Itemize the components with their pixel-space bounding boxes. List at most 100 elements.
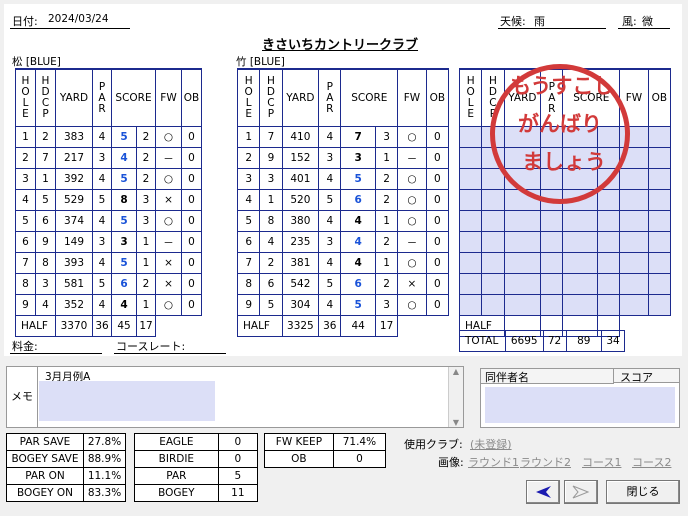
cell-hole: 9 (15, 294, 36, 316)
cell-hole (458, 189, 483, 211)
table-row: 5 6 374 4 5 3 ○ 0 (15, 210, 203, 232)
col-score: SCORE (110, 68, 157, 127)
cell-putts: 2 (135, 147, 157, 169)
stat-value: 71.4% (332, 433, 387, 451)
cell-hole (458, 294, 483, 316)
stat-row: BOGEY SAVE 88.9% (6, 450, 126, 468)
cell-fw: ○ (155, 126, 183, 148)
cell-putts: 2 (135, 168, 157, 190)
cell-hdcp: 4 (259, 231, 283, 253)
cell-fw (619, 210, 649, 232)
companion-rows (485, 387, 675, 423)
cell-par: 5 (318, 273, 342, 295)
cell-score: 4 (111, 294, 137, 316)
cell-hole: 2 (15, 147, 36, 169)
cell-ob: 0 (181, 294, 203, 316)
stat-value: 5 (217, 467, 259, 485)
image-link-round1[interactable]: ラウンド1 (468, 454, 519, 470)
club-link[interactable]: (未登録) (470, 436, 512, 452)
cell-ob: 0 (181, 126, 203, 148)
scroll-down-icon[interactable]: ▼ (449, 418, 463, 427)
stat-row: BOGEY ON 83.3% (6, 484, 126, 502)
cell-par: 3 (318, 147, 342, 169)
stamp-line-2: がんばり (518, 112, 602, 136)
table-row: 5 8 380 4 4 1 ○ 0 (236, 210, 450, 232)
cell-ob: 0 (181, 210, 203, 232)
stat-row: PAR ON 11.1% (6, 467, 126, 485)
out-course-label: 松 [BLUE] (12, 56, 61, 68)
cell-par (540, 294, 564, 316)
cell-hdcp (481, 189, 505, 211)
weather-underline (498, 28, 606, 29)
cell-fw: ○ (397, 189, 427, 211)
cell-putts: 1 (135, 252, 157, 274)
cell-hole: 7 (236, 252, 261, 274)
cell-par: 4 (318, 168, 342, 190)
table-row (458, 273, 672, 295)
cell-ob: 0 (425, 210, 450, 232)
cell-score: 5 (111, 168, 137, 190)
cell-score: 6 (111, 273, 137, 295)
table-row: 7 2 381 4 4 1 ○ 0 (236, 252, 450, 274)
col-hole: HOLE (15, 68, 36, 127)
cell-par: 4 (318, 210, 342, 232)
cell-fw: × (155, 273, 183, 295)
memo-scrollbar[interactable]: ▲ ▼ (448, 367, 463, 427)
cell-par (540, 273, 564, 295)
cell-par: 4 (92, 168, 112, 190)
cell-hdcp: 2 (259, 252, 283, 274)
stat-row: EAGLE 0 (134, 433, 259, 451)
stat-row: BIRDIE 0 (134, 450, 259, 468)
cell-par: 4 (318, 252, 342, 274)
cell-score: 3 (340, 147, 376, 169)
cell-par: 5 (318, 189, 342, 211)
cell-hole: 7 (15, 252, 36, 274)
scorecard: 日付: 2024/03/24 天候: 雨 風: 微 きさいちカントリークラブ 松… (4, 4, 682, 356)
next-button[interactable] (564, 480, 598, 504)
image-link-round2[interactable]: ラウンド2 (520, 454, 571, 470)
image-link-course1[interactable]: コース1 (582, 454, 621, 470)
cell-hole: 3 (236, 168, 261, 190)
cell-ob: 0 (181, 147, 203, 169)
cell-yard (503, 273, 542, 295)
cell-fw (619, 189, 649, 211)
prev-button[interactable] (526, 480, 560, 504)
cell-score (562, 273, 598, 295)
cell-ob (647, 126, 672, 148)
cell-putts: 2 (135, 126, 157, 148)
stat-value: 0 (332, 450, 387, 468)
total-row: TOTAL 6695 72 89 34 (459, 330, 625, 352)
table-row (458, 210, 672, 232)
close-button[interactable]: 閉じる (606, 480, 680, 504)
cell-fw: ○ (397, 252, 427, 274)
cell-hole: 5 (15, 210, 36, 232)
companion-name-header[interactable]: 同伴者名 (481, 369, 614, 384)
cell-score: 4 (111, 147, 137, 169)
stat-row: PAR SAVE 27.8% (6, 433, 126, 451)
companion-list[interactable]: 同伴者名 スコア (480, 368, 680, 428)
stat-value: 0 (217, 433, 259, 451)
round-date: 2024/03/24 (48, 13, 109, 25)
cell-hdcp: 6 (259, 273, 283, 295)
cell-par: 4 (92, 126, 112, 148)
companion-score-header[interactable]: スコア (614, 369, 679, 384)
cell-yard: 520 (281, 189, 320, 211)
cell-hole (458, 210, 483, 232)
cell-par (540, 231, 564, 253)
stamp-line-3: ましょう (522, 150, 606, 174)
image-link-course2[interactable]: コース2 (632, 454, 671, 470)
cell-putts: 1 (374, 147, 399, 169)
cell-par: 4 (92, 294, 112, 316)
cell-ob (647, 210, 672, 232)
cell-ob (647, 168, 672, 190)
cell-ob: 0 (425, 294, 450, 316)
cell-yard: 374 (55, 210, 93, 232)
scroll-up-icon[interactable]: ▲ (449, 367, 463, 376)
cell-fw: － (397, 147, 427, 169)
cell-hole (458, 252, 483, 274)
stat-value: 0 (217, 450, 259, 468)
memo-label: メモ (7, 367, 38, 427)
cell-yard: 152 (281, 147, 320, 169)
memo-text-area[interactable] (39, 381, 215, 421)
memo-box: メモ 3月月例A ▲ ▼ (6, 366, 464, 428)
